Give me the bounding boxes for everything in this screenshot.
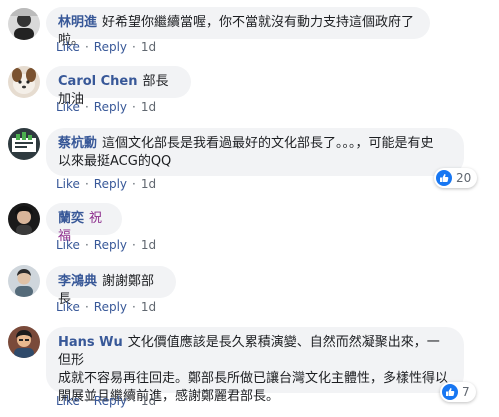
- avatar-image: [8, 8, 40, 40]
- comment-bubble: 蔡杭勳 這個文化部長是我看過最好的文化部長了。。。，可能是有史 以來最挺ACG的Q…: [46, 128, 464, 176]
- reaction-count: 7: [462, 385, 470, 399]
- separator: ·: [84, 300, 89, 314]
- timestamp[interactable]: 1d: [141, 238, 156, 252]
- avatar[interactable]: [8, 265, 40, 297]
- comment-bubble: 蘭奕 祝福: [46, 203, 122, 244]
- timestamp[interactable]: 1d: [141, 177, 156, 191]
- reply-button[interactable]: Reply: [94, 300, 127, 314]
- separator: ·: [132, 100, 136, 114]
- comment: Carol Chen 部長加油 Like · Reply · 1d: [0, 60, 499, 120]
- like-button[interactable]: Like: [56, 40, 80, 54]
- comment: 林明進 好希望你繼續當喔，你不當就沒有動力支持這個政府了啦。 Like · Reply…: [0, 0, 499, 60]
- comment-actions: Like · Reply · 1d: [56, 99, 156, 115]
- avatar[interactable]: [8, 203, 40, 235]
- separator: ·: [132, 394, 136, 408]
- thumbs-up-icon: [436, 170, 452, 186]
- comment-text-continued: 成就不容易再往回走。鄭部長所做已讓台灣文化主體性，多樣性得以: [58, 371, 449, 386]
- comment: 李鴻典 謝謝鄭部長 Like · Reply · 1d: [0, 259, 499, 319]
- reply-button[interactable]: Reply: [94, 40, 127, 54]
- avatar-image: [8, 265, 40, 297]
- comment: 蘭奕 祝福 Like · Reply · 1d: [0, 197, 499, 257]
- avatar-image: [8, 203, 40, 235]
- comment-bubble: Carol Chen 部長加油: [46, 66, 191, 107]
- reply-button[interactable]: Reply: [94, 238, 127, 252]
- avatar[interactable]: [8, 66, 40, 98]
- reaction-count: 20: [456, 171, 472, 185]
- timestamp[interactable]: 1d: [141, 394, 156, 408]
- comment-bubble: 李鴻典 謝謝鄭部長: [46, 266, 176, 307]
- separator: ·: [84, 100, 89, 114]
- comment-actions: Like · Reply · 1d: [56, 237, 156, 253]
- commenter-name[interactable]: Carol Chen: [58, 74, 138, 89]
- separator: ·: [132, 238, 136, 252]
- separator: ·: [132, 300, 136, 314]
- comment-text: 這個文化部長是我看過最好的文化部長了。。。，可能是有史: [102, 136, 434, 151]
- comment-line: Hans Wu 文化價值應該是長久累積演變、自然而然凝聚出來，一但形: [58, 334, 452, 370]
- comment: 蔡杭勳 這個文化部長是我看過最好的文化部長了。。。，可能是有史 以來最挺ACG的Q…: [0, 120, 499, 196]
- like-button[interactable]: Like: [56, 394, 80, 408]
- commenter-name[interactable]: 蘭奕: [58, 211, 84, 226]
- separator: ·: [84, 238, 89, 252]
- separator: ·: [84, 394, 89, 408]
- avatar[interactable]: [8, 8, 40, 40]
- comment: Hans Wu 文化價值應該是長久累積演變、自然而然凝聚出來，一但形 成就不容易再…: [0, 320, 499, 417]
- comment-bubble: 林明進 好希望你繼續當喔，你不當就沒有動力支持這個政府了啦。: [46, 7, 430, 48]
- reply-button[interactable]: Reply: [94, 177, 127, 191]
- like-button[interactable]: Like: [56, 177, 80, 191]
- separator: ·: [132, 177, 136, 191]
- reply-button[interactable]: Reply: [94, 394, 127, 408]
- reply-button[interactable]: Reply: [94, 100, 127, 114]
- timestamp[interactable]: 1d: [141, 40, 156, 54]
- avatar-image: [8, 128, 40, 160]
- like-button[interactable]: Like: [56, 100, 80, 114]
- like-button[interactable]: Like: [56, 300, 80, 314]
- timestamp[interactable]: 1d: [141, 100, 156, 114]
- comment-actions: Like · Reply · 1d: [56, 299, 156, 315]
- avatar[interactable]: [8, 326, 40, 358]
- comment-feed: 林明進 好希望你繼續當喔，你不當就沒有動力支持這個政府了啦。 Like · Reply…: [0, 0, 499, 417]
- reaction-count-badge[interactable]: 20: [434, 168, 478, 188]
- comment-actions: Like · Reply · 1d: [56, 176, 156, 192]
- commenter-name[interactable]: 蔡杭勳: [58, 136, 97, 151]
- like-button[interactable]: Like: [56, 238, 80, 252]
- commenter-name[interactable]: 李鴻典: [58, 274, 97, 289]
- comment-actions: Like · Reply · 1d: [56, 393, 156, 409]
- comment-text-continued: 以來最挺ACG的QQ: [58, 154, 172, 169]
- comment-bubble: Hans Wu 文化價值應該是長久累積演變、自然而然凝聚出來，一但形 成就不容易再…: [46, 327, 464, 404]
- commenter-name[interactable]: 林明進: [58, 15, 97, 30]
- commenter-name[interactable]: Hans Wu: [58, 335, 123, 350]
- timestamp[interactable]: 1d: [141, 300, 156, 314]
- avatar-image: [8, 326, 40, 358]
- separator: ·: [84, 177, 89, 191]
- comment-actions: Like · Reply · 1d: [56, 39, 156, 55]
- comment-line: 蔡杭勳 這個文化部長是我看過最好的文化部長了。。。，可能是有史: [58, 135, 452, 153]
- reaction-count-badge[interactable]: 7: [440, 382, 476, 402]
- avatar[interactable]: [8, 128, 40, 160]
- avatar-image: [8, 66, 40, 98]
- separator: ·: [84, 40, 89, 54]
- thumbs-up-icon: [442, 384, 458, 400]
- separator: ·: [132, 40, 136, 54]
